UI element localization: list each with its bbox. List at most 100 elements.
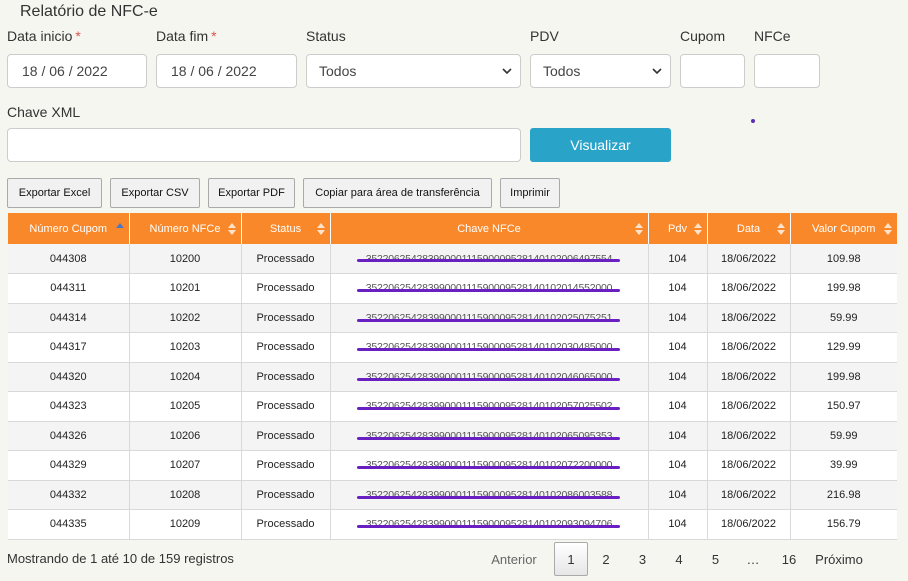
chave-nfce-text: 3522062542839900011159000952814010206509… <box>365 429 613 442</box>
cell-pdv: 104 <box>648 421 708 451</box>
data-fim-input[interactable]: 18 / 06 / 2022 <box>156 54 297 88</box>
table-row[interactable]: 044314 10202 Processado 3522062542839900011… <box>8 303 897 333</box>
cell-numero-cupom: 044320 <box>8 362 130 392</box>
cell-status: Processado <box>241 480 331 510</box>
cell-valor-cupom: 199.98 <box>790 362 897 392</box>
cell-data: 18/06/2022 <box>707 450 791 481</box>
cell-status: Processado <box>241 421 331 451</box>
pagination-page-1[interactable]: 1 <box>554 542 588 576</box>
visualizar-button[interactable]: Visualizar <box>530 128 671 162</box>
print-button[interactable]: Imprimir <box>500 178 560 208</box>
pagination-page-5[interactable]: 5 <box>697 542 734 576</box>
cell-numero-nfce: 10200 <box>129 244 242 274</box>
table-row[interactable]: 044332 10208 Processado 3522062542839900011… <box>8 480 897 510</box>
pdv-select[interactable]: Todos <box>530 54 671 88</box>
cell-pdv: 104 <box>648 244 708 274</box>
col-status[interactable]: Status <box>241 213 331 244</box>
data-inicio-input[interactable]: 18 / 06 / 2022 <box>7 54 147 88</box>
cell-pdv: 104 <box>648 332 708 363</box>
col-data[interactable]: Data <box>707 213 791 244</box>
col-pdv[interactable]: Pdv <box>648 213 708 244</box>
cell-numero-cupom: 044317 <box>8 332 130 363</box>
table-row[interactable]: 044320 10204 Processado 3522062542839900011… <box>8 362 897 392</box>
cupom-input[interactable] <box>680 54 745 88</box>
sort-icon <box>884 223 892 235</box>
cell-pdv: 104 <box>648 509 708 540</box>
pagination-next[interactable]: Próximo <box>806 542 872 576</box>
cell-numero-cupom: 044323 <box>8 391 130 422</box>
cell-chave-nfce: 3522062542839900011159000952814010205702… <box>330 391 649 422</box>
cell-valor-cupom: 199.98 <box>790 273 897 304</box>
cell-chave-nfce: 3522062542839900011159000952814010204606… <box>330 362 649 392</box>
status-select[interactable]: Todos <box>306 54 521 88</box>
redaction-strike <box>356 289 620 292</box>
export-pdf-button[interactable]: Exportar PDF <box>208 178 295 208</box>
table-header-row: Número Cupom Número NFCe Status Chave NF… <box>8 213 897 244</box>
cell-pdv: 104 <box>648 303 708 333</box>
cell-data: 18/06/2022 <box>707 244 791 274</box>
cell-status: Processado <box>241 450 331 481</box>
cell-valor-cupom: 39.99 <box>790 450 897 481</box>
cell-numero-nfce: 10203 <box>129 332 242 363</box>
redaction-strike <box>356 407 620 410</box>
cell-numero-nfce: 10207 <box>129 450 242 481</box>
col-chave-nfce[interactable]: Chave NFCe <box>330 213 649 244</box>
sort-icon <box>227 223 236 235</box>
cell-status: Processado <box>241 273 331 304</box>
export-excel-button[interactable]: Exportar Excel <box>7 178 102 208</box>
cell-status: Processado <box>241 362 331 392</box>
cell-pdv: 104 <box>648 362 708 392</box>
cell-numero-nfce: 10206 <box>129 421 242 451</box>
table-row[interactable]: 04433510209Processado3522062542839900011… <box>8 509 897 540</box>
cell-valor-cupom: 59.99 <box>790 303 897 333</box>
pagination-prev[interactable]: Anterior <box>485 542 543 576</box>
copy-clipboard-button[interactable]: Copiar para área de transferência <box>303 178 492 208</box>
cell-data: 18/06/2022 <box>707 362 791 392</box>
cupom-label: Cupom <box>680 28 726 44</box>
redaction-strike <box>356 259 620 262</box>
pagination-info: Mostrando de 1 até 10 de 159 registros <box>7 551 234 566</box>
table-row[interactable]: 04431110201Processado3522062542839900011… <box>8 273 897 304</box>
cell-data: 18/06/2022 <box>707 421 791 451</box>
pagination-ellipsis: … <box>746 551 760 567</box>
data-fim-label: Data fim * <box>156 28 217 44</box>
chevron-down-icon <box>652 66 662 76</box>
cell-valor-cupom: 109.98 <box>790 244 897 274</box>
cell-pdv: 104 <box>648 450 708 481</box>
export-csv-button[interactable]: Exportar CSV <box>110 178 200 208</box>
cell-pdv: 104 <box>648 480 708 510</box>
redaction-strike <box>356 318 620 322</box>
cell-numero-nfce: 10202 <box>129 303 242 333</box>
nfce-input[interactable] <box>754 54 820 88</box>
pagination-page-3[interactable]: 3 <box>624 542 661 576</box>
cell-pdv: 104 <box>648 391 708 422</box>
cell-numero-cupom: 044314 <box>8 303 130 333</box>
cell-numero-cupom: 044332 <box>8 480 130 510</box>
pdv-label: PDV <box>530 28 559 44</box>
pagination-page-16[interactable]: 16 <box>772 542 806 576</box>
cell-numero-nfce: 10204 <box>129 362 242 392</box>
page-title: Relatório de NFC-e <box>20 3 158 20</box>
col-valor-cupom[interactable]: Valor Cupom <box>790 213 897 244</box>
cell-data: 18/06/2022 <box>707 303 791 333</box>
cell-data: 18/06/2022 <box>707 480 791 510</box>
cell-status: Processado <box>241 509 331 540</box>
table-row[interactable]: 04431710203Processado3522062542839900011… <box>8 332 897 363</box>
cell-chave-nfce: 3522062542839900011159000952814010200649… <box>330 244 649 274</box>
chave-xml-label: Chave XML <box>7 104 81 120</box>
col-numero-nfce[interactable]: Número NFCe <box>129 213 242 244</box>
cell-data: 18/06/2022 <box>707 509 791 540</box>
sort-icon <box>776 223 785 235</box>
pagination-page-4[interactable]: 4 <box>661 542 697 576</box>
col-numero-cupom[interactable]: Número Cupom <box>8 213 130 244</box>
redaction-strike <box>356 495 620 499</box>
table-row[interactable]: 04432310205Processado3522062542839900011… <box>8 391 897 422</box>
table-row[interactable]: 044326 10206 Processado 3522062542839900011… <box>8 421 897 451</box>
cell-valor-cupom: 129.99 <box>790 332 897 363</box>
pagination-page-2[interactable]: 2 <box>588 542 624 576</box>
table-row[interactable]: 04430810200Processado3522062542839900011… <box>8 244 897 274</box>
redaction-strike <box>356 436 620 440</box>
table-row[interactable]: 04432910207Processado3522062542839900011… <box>8 450 897 481</box>
chave-xml-input[interactable] <box>7 128 521 162</box>
cell-valor-cupom: 59.99 <box>790 421 897 451</box>
